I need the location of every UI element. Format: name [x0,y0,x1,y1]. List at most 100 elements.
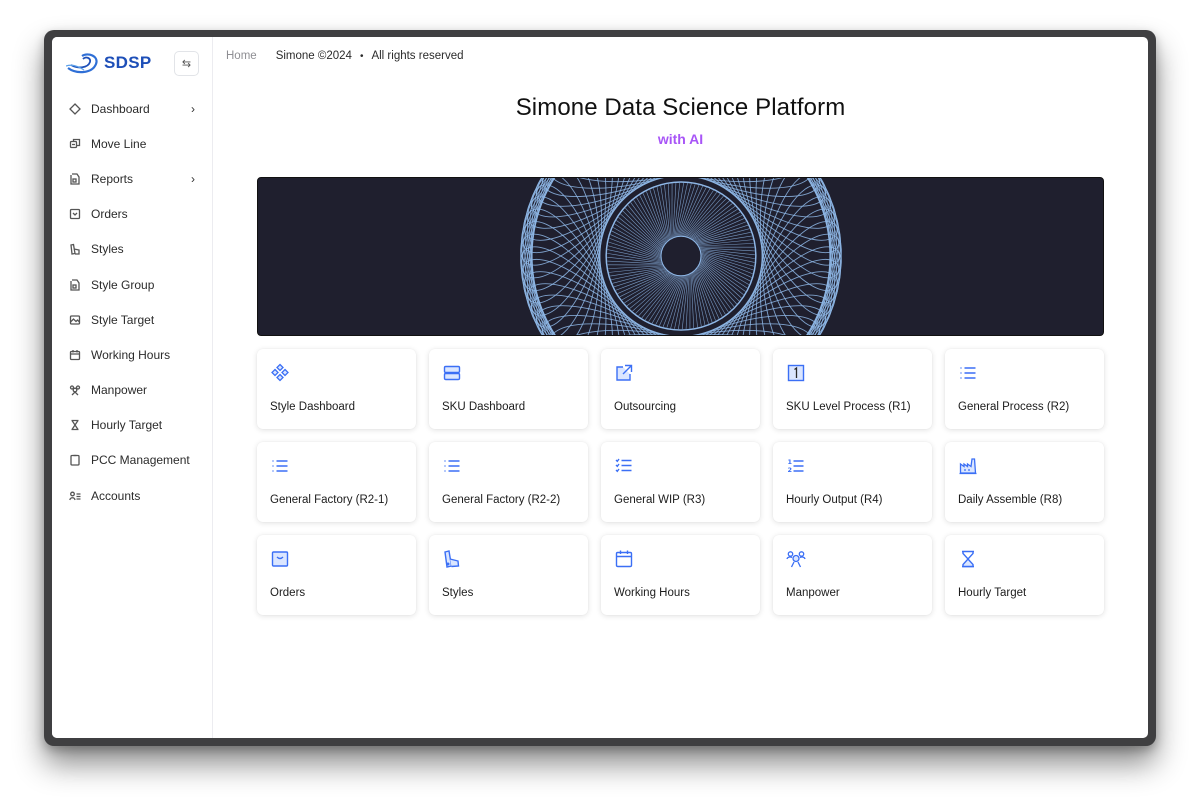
spiro-ray [678,274,688,330]
sidebar-item-label: PCC Management [91,453,190,468]
people-icon [786,549,806,569]
swirl-logo-icon [66,53,98,74]
card-label: Styles [442,587,474,599]
spiro-ray [620,213,662,252]
card-label: Style Dashboard [270,401,356,413]
sidebar-item-accounts[interactable]: Accounts [52,478,212,513]
card-working-hours[interactable]: Working Hours [601,535,760,615]
sidebar-item-label: Manpower [91,383,148,398]
spiro-ray [691,272,698,328]
sidebar-item-label: Style Group [91,277,155,292]
sidebar-item-dashboard[interactable]: Dashboard › [52,91,212,126]
card-label: General Process (R2) [958,401,1070,413]
card-sku-dashboard[interactable]: SKU Dashboard [429,349,588,429]
card-orders[interactable]: Orders [257,535,416,615]
spiro-ray [674,182,684,238]
sidebar-item-label: Move Line [91,136,147,151]
calendar-icon [69,349,81,361]
page-subtitle: with AI [657,131,704,147]
inbox-icon [69,208,81,220]
brand-logo[interactable]: SDSP [66,49,152,77]
spiro-ray [690,273,695,328]
spiro-ray [664,184,671,240]
sidebar-item-label: Orders [91,207,128,222]
sidebar-item-orders[interactable]: Orders [52,197,212,232]
sidebar-item-label: Reports [91,171,134,186]
people-icon [69,384,81,396]
swatch-icon [442,549,462,569]
sidebar-item-style-group[interactable]: Style Group [52,267,212,302]
move-icon [69,138,81,150]
page-title: Simone Data Science Platform [515,94,846,121]
sidebar-item-style-target[interactable]: Style Target [52,302,212,337]
sidebar-item-hourly-target[interactable]: Hourly Target [52,408,212,443]
sidebar-item-label: Dashboard [91,101,150,116]
numbered-list-icon: 12 [786,456,806,476]
card-manpower[interactable]: Manpower [773,535,932,615]
card-label: Hourly Output (R4) [786,494,883,506]
spirograph-art [520,178,842,335]
main-content: Home Simone ©2024 • All rights reserved … [213,37,1148,738]
separator-dot: • [359,50,364,62]
list-icon [442,456,462,476]
sidebar-nav: Dashboard › Move Line Reports › Orders S… [52,91,212,513]
card-hourly-output[interactable]: 12 Hourly Output (R4) [773,442,932,522]
inbox-icon [270,549,290,569]
spiro-ray [613,269,667,288]
list-icon [270,456,290,476]
sidebar-item-reports[interactable]: Reports › [52,161,212,196]
image-icon [69,314,81,326]
hourglass-icon [69,419,81,431]
card-daily-assemble[interactable]: Daily Assemble (R8) [945,442,1104,522]
collapse-sidebar-button[interactable]: ⇆ [174,51,199,76]
checklist-icon [614,456,634,476]
card-label: SKU Level Process (R1) [786,401,911,413]
hourglass-icon [958,549,978,569]
sidebar-item-styles[interactable]: Styles [52,232,212,267]
list-icon [958,363,978,383]
sidebar-item-working-hours[interactable]: Working Hours [52,337,212,372]
swap-arrows-icon: ⇆ [181,58,192,70]
card-label: Hourly Target [958,587,1027,599]
card-label: Orders [270,587,306,599]
calendar-icon [614,549,634,569]
spiro-ray [700,259,744,296]
card-general-factory-r2-1[interactable]: General Factory (R2-1) [257,442,416,522]
rights-text: All rights reserved [371,50,464,62]
breadcrumb-home-link[interactable]: Home [226,50,257,62]
chevron-right-icon: › [191,171,195,186]
diamond-grid-icon [270,363,290,383]
card-styles[interactable]: Styles [429,535,588,615]
spiro-ray [699,249,755,259]
spiro-ray [695,224,749,243]
spiro-ray [698,243,754,247]
card-style-dashboard[interactable]: Style Dashboard [257,349,416,429]
card-general-process[interactable]: General Process (R2) [945,349,1104,429]
spiro-center [660,235,702,277]
card-sku-level-process[interactable]: SKU Level Process (R1) [773,349,932,429]
card-general-factory-r2-2[interactable]: General Factory (R2-2) [429,442,588,522]
card-outsourcing[interactable]: Outsourcing [601,349,760,429]
diamond-icon [69,102,81,115]
spiro-ray [697,239,753,246]
number-one-box-icon [786,363,806,383]
sidebar-item-move-line[interactable]: Move Line [52,126,212,161]
chevron-right-icon: › [191,101,195,116]
brand-name: SDSP [104,53,152,72]
spiro-ray [607,253,663,263]
sidebar-item-pcc-management[interactable]: PCC Management [52,443,212,478]
spiro-ray [617,271,669,294]
svg-text:1: 1 [788,458,793,466]
spiro-ray [696,268,720,319]
sidebar: SDSP ⇆ Dashboard › Move Line Reports › O… [52,37,213,738]
card-general-wip[interactable]: General WIP (R3) [601,442,760,522]
sidebar-item-manpower[interactable]: Manpower [52,373,212,408]
card-hourly-target[interactable]: Hourly Target [945,535,1104,615]
card-label: General Factory (R2-1) [270,494,389,506]
spiro-ray [685,195,724,238]
feature-card-grid: Style Dashboard SKU Dashboard Outsourcin… [257,349,1104,615]
spiro-ray [641,275,678,319]
breadcrumb: Home Simone ©2024 • All rights reserved [226,50,464,62]
card-label: Working Hours [614,587,690,599]
report-file-icon [69,173,81,185]
